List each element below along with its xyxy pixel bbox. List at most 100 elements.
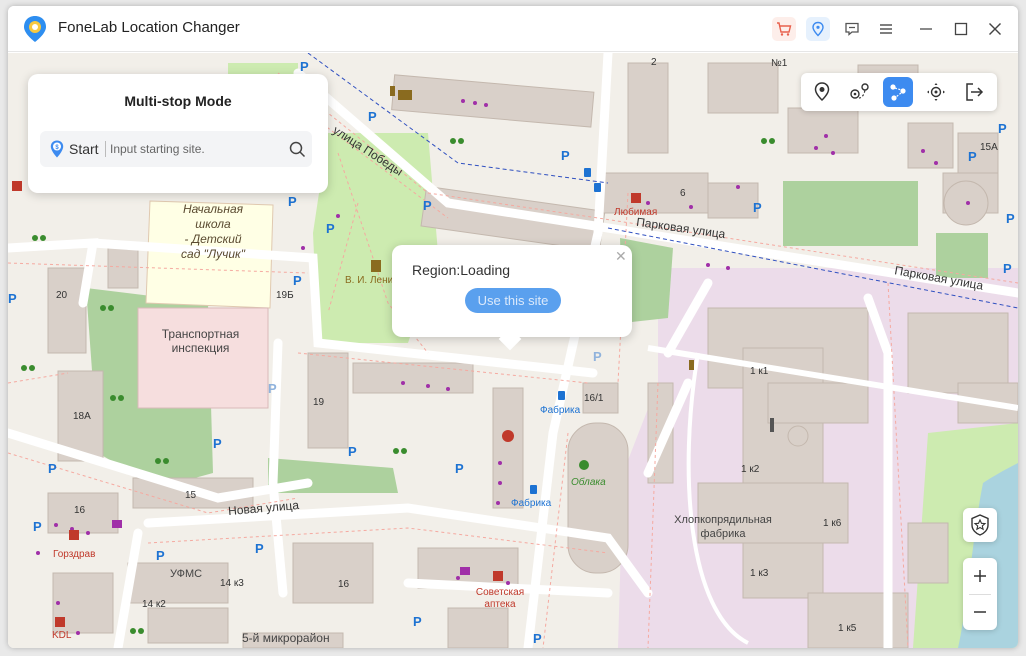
start-row[interactable]: $ Start: [40, 131, 312, 167]
svg-text:P: P: [593, 349, 602, 364]
exit-mode-button[interactable]: [959, 77, 989, 107]
region-popup: Region:Loading ✕ Use this site: [392, 245, 632, 351]
house-number: 20: [56, 290, 68, 301]
house-number: 6: [680, 188, 686, 199]
svg-text:P: P: [348, 444, 357, 459]
multi-stop-mode-button[interactable]: [883, 77, 913, 107]
house-number: 18А: [73, 411, 91, 422]
svg-text:P: P: [326, 221, 335, 236]
house-number: 16/1: [584, 393, 604, 404]
svg-text:P: P: [156, 548, 165, 563]
sport-label: Облака: [571, 477, 606, 488]
search-icon[interactable]: [289, 141, 306, 158]
minimize-icon: [920, 28, 932, 30]
svg-text:P: P: [300, 59, 309, 74]
transport-label-line: инспекция: [171, 341, 230, 355]
teleport-mode-button[interactable]: [807, 77, 837, 107]
transport-label: Транспортная инспекция: [138, 327, 263, 355]
map-view[interactable]: PPP PPP PPP PPP PPP PPP PPP P PP улица П…: [8, 53, 1018, 648]
joystick-mode-button[interactable]: [921, 77, 951, 107]
svg-text:P: P: [293, 273, 302, 288]
house-number: 1 к2: [741, 464, 760, 475]
svg-text:P: P: [998, 121, 1007, 136]
pin-button[interactable]: [806, 17, 830, 41]
zoom-controls: [963, 558, 997, 630]
minimize-button[interactable]: [914, 17, 938, 41]
exit-icon: [966, 83, 984, 101]
svg-text:P: P: [8, 291, 17, 306]
multi-stop-route-icon: [890, 84, 906, 101]
pharmacy-label: Советская аптека: [470, 587, 530, 611]
app-logo-icon: [24, 16, 46, 42]
title-bar: FoneLab Location Changer: [8, 6, 1018, 52]
school-label-line: - Детский: [184, 232, 242, 246]
minus-icon: [974, 611, 986, 613]
house-number: 1 к3: [750, 568, 769, 579]
svg-text:P: P: [1003, 261, 1012, 276]
one-stop-route-icon: [850, 83, 869, 99]
ufms-label: УФМС: [170, 568, 203, 580]
svg-text:P: P: [213, 436, 222, 451]
close-button[interactable]: [983, 17, 1007, 41]
monument-label: В. И. Лени: [345, 275, 394, 286]
pharmacy-label-line: аптека: [484, 599, 516, 610]
svg-text:P: P: [268, 381, 277, 396]
zoom-in-button[interactable]: [963, 558, 997, 594]
maximize-icon: [954, 22, 968, 36]
star-shield-icon: [971, 514, 989, 536]
multi-stop-panel: Multi-stop Mode $ Start: [28, 74, 328, 193]
house-number: 1 к1: [750, 366, 769, 377]
pharmacy-label-line: Советская: [475, 587, 525, 598]
popup-close-icon[interactable]: ✕: [615, 248, 627, 265]
svg-text:P: P: [33, 519, 42, 534]
region-text: Region:Loading: [412, 262, 511, 278]
pin-icon: [812, 21, 824, 37]
school-label-line: школа: [195, 217, 231, 231]
joystick-icon: [927, 83, 945, 101]
svg-text:P: P: [753, 200, 762, 215]
one-stop-mode-button[interactable]: [845, 77, 875, 107]
feedback-icon: [845, 22, 859, 36]
cart-icon: [777, 22, 792, 36]
svg-text:P: P: [561, 148, 570, 163]
house-number: 16: [338, 579, 350, 590]
feedback-button[interactable]: [840, 17, 864, 41]
app-window: FoneLab Location Changer P P P P P P P P…: [8, 6, 1018, 648]
svg-text:P: P: [255, 541, 264, 556]
svg-text:P: P: [455, 461, 464, 476]
app-title: FoneLab Location Changer: [58, 19, 240, 36]
cart-button[interactable]: [772, 17, 796, 41]
plus-icon: [974, 570, 986, 582]
house-number: 2: [651, 57, 657, 68]
factory-label-line: Хлопкопрядильная: [674, 514, 772, 526]
start-divider: [105, 141, 106, 157]
factory-label: Хлопкопрядильная фабрика: [668, 513, 778, 541]
svg-text:P: P: [968, 149, 977, 164]
favorites-button[interactable]: [963, 508, 997, 542]
house-number: 1 к5: [838, 623, 857, 634]
pharmacy-label: Любимая: [614, 207, 658, 218]
menu-icon: [880, 24, 892, 34]
house-number: 16: [74, 505, 86, 516]
bus-stop-label: Фабрика: [511, 498, 552, 509]
menu-button[interactable]: [874, 17, 898, 41]
panel-title: Multi-stop Mode: [124, 93, 232, 109]
zoom-out-button[interactable]: [963, 594, 997, 630]
transport-label-line: Транспортная: [161, 327, 240, 341]
svg-text:P: P: [1006, 211, 1015, 226]
house-number: 15: [185, 490, 197, 501]
svg-text:P: P: [288, 194, 297, 209]
close-icon: [989, 23, 1001, 35]
use-this-site-button[interactable]: Use this site: [465, 288, 561, 313]
school-label: Начальная школа - Детский сад "Лучик": [163, 202, 263, 262]
bus-stop-label: Фабрика: [540, 405, 581, 416]
start-pin-icon: $: [50, 140, 64, 158]
house-number: 1 к6: [823, 518, 842, 529]
teleport-pin-icon: [814, 82, 830, 102]
district-label: 5-й микрорайон: [242, 631, 330, 645]
pharmacy-label: KDL: [52, 630, 72, 641]
svg-text:P: P: [533, 631, 542, 646]
start-site-input[interactable]: [110, 137, 280, 161]
maximize-button[interactable]: [949, 17, 973, 41]
svg-text:P: P: [48, 461, 57, 476]
